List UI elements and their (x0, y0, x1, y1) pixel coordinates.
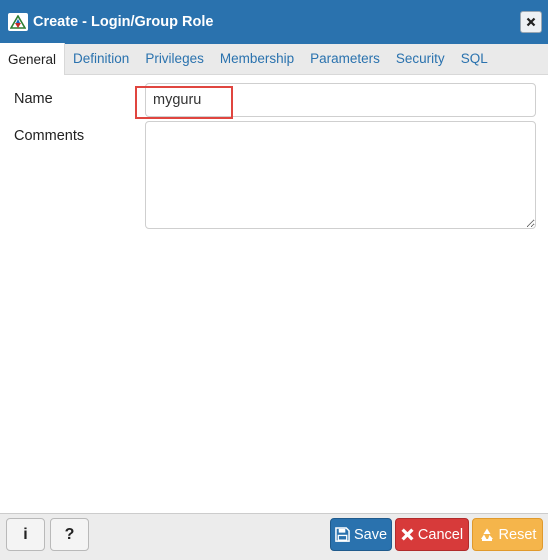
reset-label: Reset (498, 526, 537, 543)
help-button[interactable]: ? (50, 518, 89, 551)
close-icon (526, 17, 536, 27)
cancel-label: Cancel (417, 526, 464, 543)
tab-general[interactable]: General (0, 43, 66, 75)
tab-parameters[interactable]: Parameters (302, 43, 388, 74)
general-tab-panel: Name Comments (0, 75, 548, 513)
save-label: Save (353, 526, 388, 543)
tab-privileges[interactable]: Privileges (137, 43, 212, 74)
close-button[interactable] (520, 11, 542, 33)
name-input[interactable] (145, 83, 536, 117)
tab-bar: General Definition Privileges Membership… (0, 43, 548, 75)
save-icon (335, 527, 350, 542)
reset-button[interactable]: Reset (472, 518, 543, 551)
pgadmin-logo-icon (8, 13, 28, 31)
save-button[interactable]: Save (330, 518, 392, 551)
tab-membership[interactable]: Membership (212, 43, 302, 74)
tab-security[interactable]: Security (388, 43, 453, 74)
recycle-icon (480, 528, 493, 541)
comments-label: Comments (14, 128, 85, 144)
tab-sql[interactable]: SQL (453, 43, 496, 74)
dialog-titlebar: Create - Login/Group Role (0, 0, 548, 44)
name-label: Name (14, 91, 53, 107)
info-button[interactable]: i (6, 518, 45, 551)
dialog-title: Create - Login/Group Role (33, 14, 214, 30)
cancel-button[interactable]: Cancel (395, 518, 469, 551)
tab-definition[interactable]: Definition (65, 43, 137, 74)
cancel-icon (401, 528, 414, 541)
info-icon: i (23, 525, 28, 543)
dialog-footer: i ? Save Cancel Reset (0, 513, 548, 560)
comments-textarea[interactable] (145, 121, 536, 229)
help-icon: ? (64, 525, 75, 543)
